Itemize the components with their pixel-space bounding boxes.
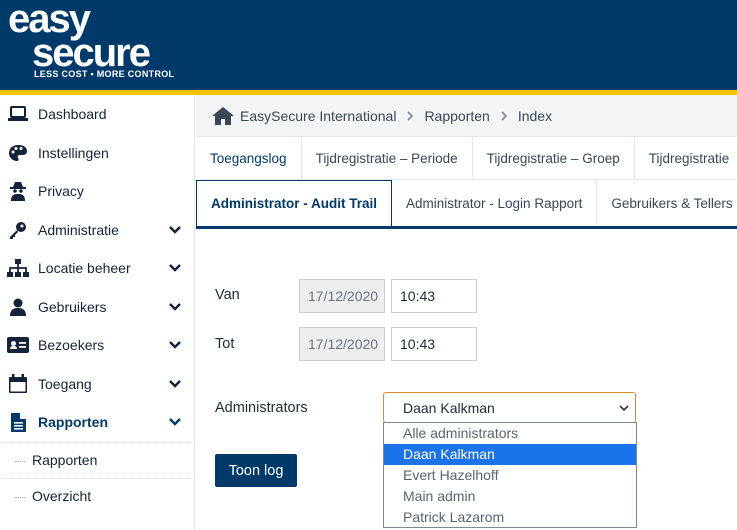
chevron-right-icon — [501, 110, 507, 121]
administrators-select[interactable]: Daan Kalkman — [383, 392, 636, 423]
tree-connector — [15, 496, 25, 498]
administrators-selected-value: Daan Kalkman — [403, 399, 495, 416]
van-date-field: 17/12/2020 — [299, 279, 385, 313]
tot-time-field[interactable]: 10:43 — [391, 327, 477, 361]
administrators-dropdown: Alle administrators Daan Kalkman Evert H… — [383, 422, 637, 528]
tab-gebruikers-tellers[interactable]: Gebruikers & Tellers — [597, 180, 737, 226]
report-tabs-row1: Toegangslog Tijdregistratie – Periode Ti… — [196, 136, 737, 180]
sidebar-item-label: Locatie beheer — [38, 260, 131, 277]
chevron-down-icon — [619, 405, 629, 412]
dropdown-option[interactable]: Alle administrators — [384, 423, 636, 444]
file-icon — [7, 412, 29, 432]
chevron-down-icon — [169, 379, 181, 388]
tab-login-rapport[interactable]: Administrator - Login Rapport — [392, 180, 598, 226]
palette-icon — [7, 143, 29, 163]
user-icon — [7, 297, 29, 317]
tree-connector — [15, 460, 25, 462]
chevron-right-icon — [407, 110, 414, 121]
id-card-icon — [7, 335, 29, 355]
sidebar-item-dashboard[interactable]: Dashboard — [0, 95, 194, 134]
chevron-down-icon — [169, 302, 181, 311]
header: easy secure LESS COST • MORE CONTROL — [0, 0, 737, 90]
dropdown-option[interactable]: Main admin — [384, 486, 636, 507]
sidebar-item-locatie-beheer[interactable]: Locatie beheer — [0, 249, 194, 288]
tab-audit-trail[interactable]: Administrator - Audit Trail — [196, 180, 393, 226]
easysecure-logo[interactable]: easy secure LESS COST • MORE CONTROL — [8, 0, 175, 80]
sidebar-subitem-overzicht[interactable]: Overzicht — [0, 477, 194, 514]
chevron-down-icon — [169, 225, 181, 234]
calendar-icon — [7, 374, 29, 394]
tot-date-field: 17/12/2020 — [299, 327, 385, 361]
sidebar-item-label: Bezoekers — [38, 337, 105, 354]
tab-tijdregistratie-groep[interactable]: Tijdregistratie – Groep — [473, 137, 635, 179]
breadcrumb: EasySecure International Rapporten Index — [196, 95, 737, 136]
chevron-down-icon — [169, 418, 181, 426]
logo-line2: secure — [32, 31, 151, 75]
key-icon — [7, 220, 29, 240]
sidebar-item-label: Rapporten — [38, 414, 108, 431]
tab-toegangslog[interactable]: Toegangslog — [196, 137, 302, 179]
laptop-icon — [7, 104, 29, 124]
breadcrumb-home[interactable]: EasySecure International — [240, 108, 396, 124]
sidebar-item-label: Administratie — [38, 221, 119, 238]
sidebar-item-label: Dashboard — [38, 106, 107, 123]
sidebar-item-rapporten[interactable]: Rapporten — [0, 403, 194, 442]
van-time-field[interactable]: 10:43 — [391, 279, 477, 313]
sidebar-subitem-label: Rapporten — [32, 452, 98, 468]
sidebar: Dashboard Instellingen Privacy Administr… — [0, 95, 195, 530]
sidebar-subitem-rapporten[interactable]: Rapporten — [0, 441, 194, 478]
sitemap-icon — [7, 258, 29, 278]
home-icon[interactable] — [212, 106, 234, 125]
user-secret-icon — [7, 181, 29, 202]
sidebar-item-bezoekers[interactable]: Bezoekers — [0, 326, 194, 365]
breadcrumb-index: Index — [517, 107, 553, 124]
sidebar-item-privacy[interactable]: Privacy — [0, 172, 194, 211]
sidebar-item-toegang[interactable]: Toegang — [0, 365, 194, 404]
sidebar-item-administratie[interactable]: Administratie — [0, 211, 194, 250]
chevron-down-icon — [169, 264, 181, 272]
sidebar-item-label: Gebruikers — [38, 298, 107, 315]
sidebar-item-gebruikers[interactable]: Gebruikers — [0, 288, 194, 327]
sidebar-item-label: Instellingen — [38, 144, 109, 161]
sidebar-item-label: Toegang — [38, 375, 92, 392]
chevron-down-icon — [169, 341, 181, 349]
toon-log-button[interactable]: Toon log — [215, 454, 297, 487]
van-label: Van — [215, 287, 240, 303]
report-tabs-row2: Administrator - Audit Trail Administrato… — [196, 180, 737, 229]
tot-label: Tot — [215, 336, 235, 352]
sidebar-subitem-label: Overzicht — [32, 488, 92, 504]
breadcrumb-rapporten[interactable]: Rapporten — [424, 108, 489, 124]
administrators-label: Administrators — [215, 400, 308, 416]
dropdown-option[interactable]: Evert Hazelhoff — [384, 465, 636, 486]
tab-tijdregistratie[interactable]: Tijdregistratie — [635, 137, 737, 179]
sidebar-item-label: Privacy — [38, 183, 84, 200]
dropdown-option[interactable]: Patrick Lazarom — [384, 507, 636, 528]
dropdown-option-highlighted[interactable]: Daan Kalkman — [384, 444, 636, 465]
tab-tijdregistratie-periode[interactable]: Tijdregistratie – Periode — [302, 137, 473, 179]
logo-tagline: LESS COST • MORE CONTROL — [34, 69, 175, 79]
sidebar-item-instellingen[interactable]: Instellingen — [0, 134, 194, 173]
